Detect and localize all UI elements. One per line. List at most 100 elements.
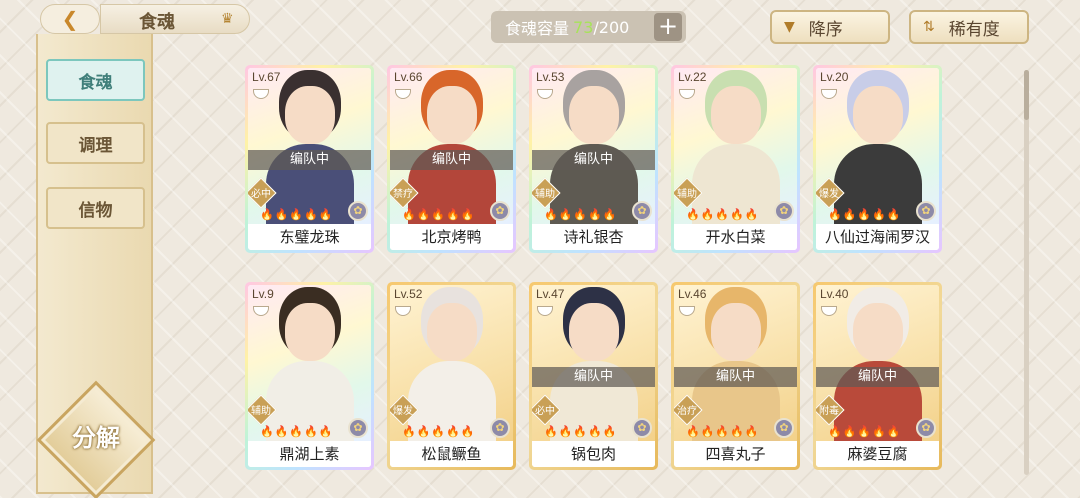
food-soul-card[interactable]: Lv.53 编队中 辅助 🔥🔥🔥🔥🔥 ✿ 诗礼银杏 [529,65,658,253]
team-status: 编队中 [532,150,655,170]
star-flames-icon: 🔥🔥🔥🔥🔥 [402,208,476,221]
star-flames-icon: 🔥🔥🔥🔥🔥 [828,208,902,221]
card-inner: Lv.22 辅助 🔥🔥🔥🔥🔥 ✿ 开水白菜 [674,68,797,250]
portrait-head [569,86,619,144]
flower-emblem-icon: ✿ [490,418,510,438]
food-soul-card[interactable]: Lv.20 爆发 🔥🔥🔥🔥🔥 ✿ 八仙过海闹罗汉 [813,65,942,253]
add-capacity-button[interactable]: + [654,13,682,41]
title-tab: 食魂 ♛ [100,4,250,34]
team-status: 编队中 [248,150,371,170]
card-name: 开水白菜 [674,224,797,250]
back-button[interactable]: ❮ [40,4,100,34]
portrait-head [427,303,477,361]
star-flames-icon: 🔥🔥🔥🔥🔥 [686,208,760,221]
flower-emblem-icon: ✿ [774,418,794,438]
card-inner: Lv.40 编队中附毒 🔥🔥🔥🔥🔥 ✿ 麻婆豆腐 [816,285,939,467]
role-label: 附毒 [819,406,839,417]
star-flames-icon: 🔥🔥🔥🔥🔥 [828,425,902,438]
star-flames-icon: 🔥🔥🔥🔥🔥 [544,425,618,438]
flower-emblem-icon: ✿ [916,418,936,438]
decompose-label: 分解 [72,424,120,452]
level-label: Lv.20 [820,70,849,84]
card-inner: Lv.47 编队中 必中 🔥🔥🔥🔥🔥 ✿ 锅包肉 [532,285,655,467]
flower-emblem-icon: ✿ [632,201,652,221]
role-label: 必中 [535,406,555,417]
flower-emblem-icon: ✿ [632,418,652,438]
capacity-current: 73 [573,17,594,37]
food-soul-card[interactable]: Lv.47 编队中 必中 🔥🔥🔥🔥🔥 ✿ 锅包肉 [529,282,658,470]
role-label: 辅助 [677,189,697,200]
food-soul-card[interactable]: Lv.9 辅助 🔥🔥🔥🔥🔥 ✿ 鼎湖上素 [245,282,374,470]
back-arrow-icon: ❮ [61,7,79,31]
food-soul-card[interactable]: Lv.46 编队中 治疗 🔥🔥🔥🔥🔥 ✿ 四喜丸子 [671,282,800,470]
card-name: 松鼠鳜鱼 [390,441,513,467]
sort-order-label: 降序 [808,19,843,40]
card-inner: Lv.53 编队中 辅助 🔥🔥🔥🔥🔥 ✿ 诗礼银杏 [532,68,655,250]
role-label: 辅助 [251,406,271,417]
scrollbar[interactable] [1024,70,1029,475]
food-soul-card[interactable]: Lv.67 编队中必中 🔥🔥🔥🔥🔥 ✿ 东璧龙珠 [245,65,374,253]
star-flames-icon: 🔥🔥🔥🔥🔥 [260,208,334,221]
card-inner: Lv.66 编队中 禁疗 🔥🔥🔥🔥🔥 ✿ 北京烤鸭 [390,68,513,250]
role-label: 禁疗 [393,189,413,200]
level-label: Lv.40 [820,287,849,301]
portrait-head [711,303,761,361]
sidebar-item-tokens[interactable]: 信物 [46,187,145,229]
food-soul-card[interactable]: Lv.52 爆发 🔥🔥🔥🔥🔥 ✿ 松鼠鳜鱼 [387,282,516,470]
card-inner: Lv.52 爆发 🔥🔥🔥🔥🔥 ✿ 松鼠鳜鱼 [390,285,513,467]
role-label: 辅助 [535,189,555,200]
sort-order-button[interactable]: ▼ 降序 [770,10,890,44]
card-name: 北京烤鸭 [390,224,513,250]
card-name: 麻婆豆腐 [816,441,939,467]
flower-emblem-icon: ✿ [348,418,368,438]
role-label: 爆发 [393,406,413,417]
team-status: 编队中 [390,150,513,170]
portrait-head [285,86,335,144]
portrait-head [853,303,903,361]
card-name: 鼎湖上素 [248,441,371,467]
flower-emblem-icon: ✿ [348,201,368,221]
card-name: 八仙过海闹罗汉 [816,224,939,250]
level-label: Lv.46 [678,287,707,301]
capacity-label: 食魂容量 [505,19,570,38]
sort-key-button[interactable]: ⇅ 稀有度 [909,10,1029,44]
level-label: Lv.67 [252,70,281,84]
card-name: 诗礼银杏 [532,224,655,250]
level-label: Lv.53 [536,70,565,84]
sidebar-item-food-souls[interactable]: 食魂 [46,59,145,101]
food-soul-card[interactable]: Lv.40 编队中附毒 🔥🔥🔥🔥🔥 ✿ 麻婆豆腐 [813,282,942,470]
role-label: 必中 [251,189,271,200]
card-name: 东璧龙珠 [248,224,371,250]
team-status: 编队中 [816,367,939,387]
page-title: 食魂 [139,12,175,33]
card-inner: Lv.9 辅助 🔥🔥🔥🔥🔥 ✿ 鼎湖上素 [248,285,371,467]
level-label: Lv.52 [394,287,423,301]
flower-emblem-icon: ✿ [916,201,936,221]
crown-icon[interactable]: ♛ [221,11,234,27]
sidebar-item-cooking[interactable]: 调理 [46,122,145,164]
scroll-thumb[interactable] [1024,70,1029,120]
card-inner: Lv.46 编队中 治疗 🔥🔥🔥🔥🔥 ✿ 四喜丸子 [674,285,797,467]
portrait-head [427,86,477,144]
capacity-max: /200 [593,17,630,37]
level-label: Lv.22 [678,70,707,84]
sidebar-item-label: 食魂 [78,72,113,93]
role-label: 爆发 [819,189,839,200]
portrait-head [711,86,761,144]
food-soul-card[interactable]: Lv.66 编队中 禁疗 🔥🔥🔥🔥🔥 ✿ 北京烤鸭 [387,65,516,253]
top-bar: ❮ 食魂 ♛ 食魂容量 73 /200 + ▼ 降序 ⇅ 稀有度 [0,0,1080,44]
capacity-display: 食魂容量 73 /200 + [491,11,686,43]
swap-arrows-icon: ⇅ [923,19,935,35]
portrait-head [569,303,619,361]
team-status: 编队中 [674,367,797,387]
flower-emblem-icon: ✿ [490,201,510,221]
food-soul-card[interactable]: Lv.22 辅助 🔥🔥🔥🔥🔥 ✿ 开水白菜 [671,65,800,253]
role-label: 治疗 [677,406,697,417]
portrait-head [285,303,335,361]
flower-emblem-icon: ✿ [774,201,794,221]
card-name: 锅包肉 [532,441,655,467]
star-flames-icon: 🔥🔥🔥🔥🔥 [686,425,760,438]
sidebar-item-label: 调理 [78,135,113,156]
star-flames-icon: 🔥🔥🔥🔥🔥 [260,425,334,438]
sidebar-item-label: 信物 [78,200,113,221]
